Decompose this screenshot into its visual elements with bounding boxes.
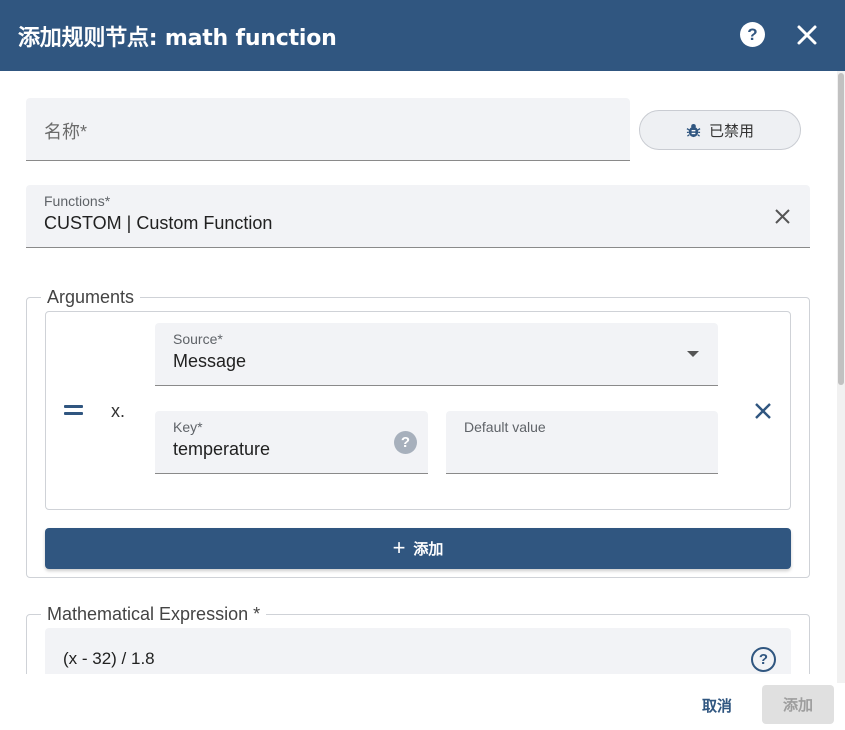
- functions-value: CUSTOM | Custom Function: [44, 213, 273, 233]
- add-button[interactable]: 添加: [762, 685, 834, 724]
- add-argument-button[interactable]: + 添加: [45, 528, 791, 569]
- debug-toggle-button[interactable]: 已禁用: [639, 110, 801, 150]
- scrollbar[interactable]: [837, 71, 845, 683]
- plus-icon: +: [392, 534, 406, 560]
- drag-handle-icon[interactable]: [64, 405, 83, 415]
- close-icon[interactable]: [794, 22, 820, 48]
- remove-icon[interactable]: [752, 400, 774, 422]
- expression-legend: Mathematical Expression *: [41, 604, 267, 625]
- expression-input[interactable]: [45, 628, 791, 674]
- source-value: Message: [173, 351, 247, 371]
- expression-help-icon[interactable]: ?: [751, 647, 776, 672]
- cancel-button[interactable]: 取消: [690, 687, 744, 723]
- dialog-title: 添加规则节点: math function: [18, 26, 337, 51]
- default-value-field[interactable]: Default value: [446, 411, 718, 474]
- expression-value: (x - 32) / 1.8: [63, 649, 155, 668]
- clear-icon[interactable]: [774, 208, 791, 225]
- scrollbar-thumb[interactable]: [838, 73, 844, 385]
- help-circle-icon[interactable]: ?: [740, 22, 765, 47]
- dialog-header: 添加规则节点: math function ?: [0, 0, 845, 71]
- arguments-legend: Arguments: [41, 287, 141, 308]
- key-label: Key*: [173, 419, 203, 435]
- key-field[interactable]: Key* temperature ?: [155, 411, 428, 474]
- argument-prefix: x.: [111, 401, 126, 421]
- add-argument-label: 添加: [413, 541, 444, 558]
- source-label: Source*: [173, 331, 223, 347]
- functions-label: Functions*: [44, 193, 111, 209]
- bug-icon: [686, 123, 701, 137]
- key-help-icon[interactable]: ?: [394, 431, 417, 454]
- dropdown-arrow-icon: [687, 351, 699, 357]
- name-field[interactable]: 名称*: [26, 98, 630, 161]
- source-select[interactable]: Source* Message: [155, 323, 718, 386]
- debug-toggle-label: 已禁用: [708, 122, 754, 140]
- functions-select[interactable]: Functions* CUSTOM | Custom Function: [26, 185, 810, 248]
- default-value-label: Default value: [464, 419, 546, 435]
- name-placeholder: 名称*: [44, 122, 88, 142]
- key-value: temperature: [173, 439, 271, 459]
